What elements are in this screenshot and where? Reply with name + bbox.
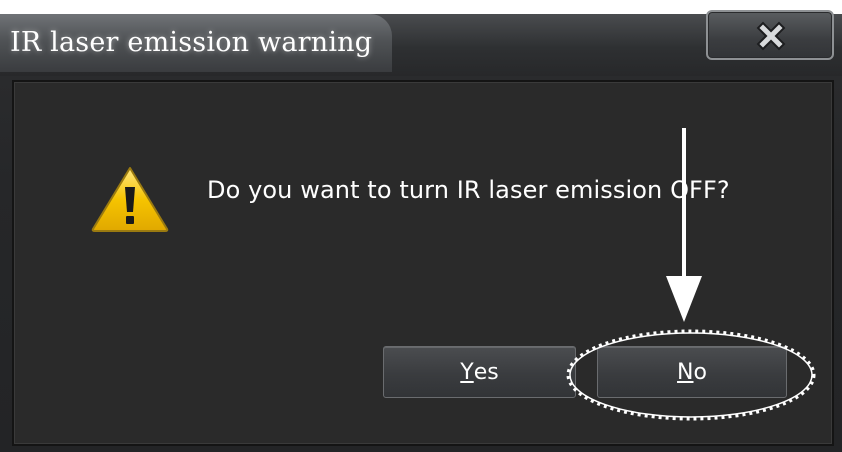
dialog-message: Do you want to turn IR laser emission OF… xyxy=(207,176,730,204)
close-icon xyxy=(756,21,786,51)
warning-icon xyxy=(91,167,169,232)
yes-button-label: es xyxy=(473,359,499,385)
close-button[interactable] xyxy=(706,10,834,60)
no-button-mnemonic: N xyxy=(677,359,694,385)
yes-button[interactable]: Yes xyxy=(383,346,576,398)
no-button[interactable]: No xyxy=(597,346,787,398)
yes-button-mnemonic: Y xyxy=(460,359,474,385)
no-button-label: o xyxy=(693,359,707,385)
dialog-window: IR laser emission warning Do you want to… xyxy=(0,0,842,452)
window-title: IR laser emission warning xyxy=(10,27,373,58)
